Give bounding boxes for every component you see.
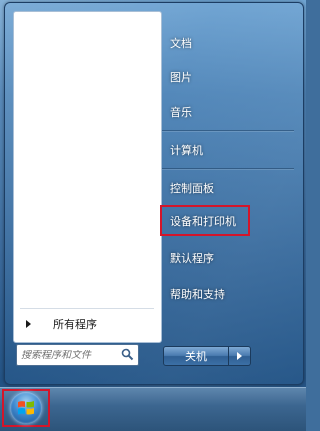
menu-item-default-programs[interactable]: 默认程序 — [164, 245, 288, 271]
menu-item-label: 文档 — [170, 37, 192, 50]
arrow-right-icon — [237, 352, 242, 360]
menu-item-label: 帮助和支持 — [170, 288, 225, 301]
menu-item-pictures[interactable]: 图片 — [164, 64, 288, 90]
desktop: 所有程序 文档 图片 音乐 计算机 控制面板 设备和打印机 默认程序 帮助和支持… — [0, 0, 306, 431]
all-programs-label: 所有程序 — [53, 318, 97, 331]
separator — [162, 168, 294, 169]
arrow-right-icon — [26, 320, 31, 328]
start-button[interactable] — [2, 389, 50, 427]
separator — [20, 308, 154, 309]
programs-pane: 所有程序 — [13, 11, 162, 343]
windows-logo-icon — [18, 401, 34, 415]
menu-item-music[interactable]: 音乐 — [164, 99, 288, 125]
shutdown-options-button[interactable] — [229, 346, 251, 366]
search-input[interactable] — [21, 349, 117, 361]
menu-item-label: 音乐 — [170, 106, 192, 119]
search-icon[interactable] — [121, 348, 134, 361]
shutdown-button[interactable]: 关机 — [163, 346, 229, 366]
separator — [162, 130, 294, 131]
menu-item-computer[interactable]: 计算机 — [164, 137, 288, 163]
menu-item-label: 默认程序 — [170, 252, 214, 265]
search-box[interactable] — [16, 344, 139, 366]
menu-item-label: 图片 — [170, 71, 192, 84]
menu-item-control-panel[interactable]: 控制面板 — [164, 175, 288, 201]
start-orb — [10, 392, 42, 424]
menu-item-documents[interactable]: 文档 — [164, 30, 288, 56]
highlight-box — [160, 205, 250, 236]
menu-item-help-support[interactable]: 帮助和支持 — [164, 281, 288, 307]
menu-item-label: 控制面板 — [170, 182, 214, 195]
menu-item-label: 计算机 — [170, 144, 203, 157]
all-programs-button[interactable]: 所有程序 — [22, 313, 152, 335]
